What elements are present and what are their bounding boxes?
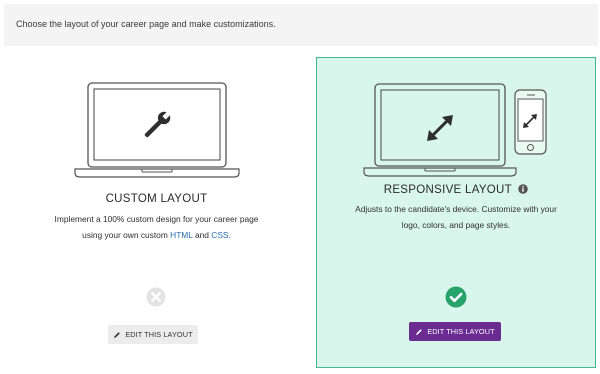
- custom-edit-layout-button[interactable]: EDIT THIS LAYOUT: [108, 325, 198, 344]
- responsive-layout-title-row: RESPONSIVE LAYOUT: [317, 184, 595, 196]
- check-circle-icon: [445, 286, 467, 308]
- responsive-layout-title: RESPONSIVE LAYOUT: [383, 184, 512, 196]
- pencil-icon: [416, 328, 423, 335]
- expand-arrows-icon: [427, 115, 453, 141]
- responsive-edit-layout-button[interactable]: EDIT THIS LAYOUT: [409, 322, 501, 341]
- custom-layout-description: Implement a 100% custom design for your …: [54, 214, 259, 240]
- responsive-layout-card[interactable]: RESPONSIVE LAYOUT Adjusts to the candida…: [316, 57, 596, 368]
- laptop-phone-illustration: [363, 83, 547, 177]
- pencil-icon: [114, 331, 121, 338]
- laptop-wrench-illustration: [74, 82, 240, 178]
- custom-layout-title: CUSTOM LAYOUT: [105, 193, 208, 205]
- info-icon[interactable]: [518, 184, 529, 194]
- custom-layout-card[interactable]: CUSTOM LAYOUT Implement a 100% custom de…: [4, 57, 309, 368]
- instruction-text: Choose the layout of your career page an…: [16, 19, 276, 29]
- wrench-icon: [144, 110, 172, 138]
- responsive-layout-description: Adjusts to the candidate's device. Custo…: [355, 204, 557, 230]
- instruction-bar: Choose the layout of your career page an…: [4, 4, 598, 46]
- x-circle-icon: [146, 287, 166, 307]
